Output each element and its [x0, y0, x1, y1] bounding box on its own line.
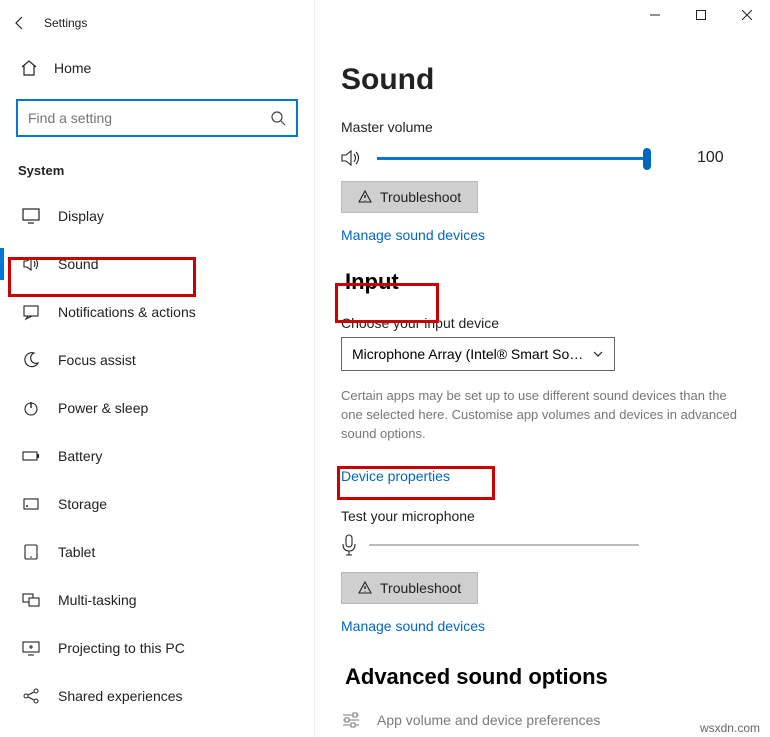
sidebar-item-sound[interactable]: Sound [0, 240, 314, 288]
troubleshoot-input-button[interactable]: Troubleshoot [341, 572, 478, 604]
battery-icon [22, 447, 40, 465]
tablet-icon [22, 543, 40, 561]
manage-output-devices-link[interactable]: Manage sound devices [341, 227, 485, 243]
home-icon [20, 59, 38, 77]
warning-icon [358, 581, 372, 595]
master-volume-label: Master volume [341, 119, 750, 135]
sound-icon [22, 255, 40, 273]
sidebar-item-power-sleep[interactable]: Power & sleep [0, 384, 314, 432]
sidebar-item-display[interactable]: Display [0, 192, 314, 240]
sidebar-item-label: Focus assist [58, 352, 136, 368]
advanced-section-heading: Advanced sound options [341, 662, 612, 692]
storage-icon [22, 495, 40, 513]
chevron-down-icon [592, 348, 604, 360]
mic-level-meter [369, 544, 639, 546]
sidebar-item-label: Multi-tasking [58, 592, 137, 608]
sidebar-item-label: Display [58, 208, 104, 224]
close-button[interactable] [724, 0, 770, 30]
input-section-heading: Input [341, 267, 403, 297]
moon-icon [22, 351, 40, 369]
multitask-icon [22, 591, 40, 609]
sidebar-item-label: Shared experiences [58, 688, 183, 704]
sidebar-section-label: System [0, 151, 314, 192]
input-device-value: Microphone Array (Intel® Smart So… [352, 346, 583, 362]
display-icon [22, 207, 40, 225]
warning-icon [358, 190, 372, 204]
window-title: Settings [44, 16, 87, 30]
volume-value: 100 [697, 149, 724, 167]
back-button[interactable] [0, 3, 40, 43]
sidebar-item-multi-tasking[interactable]: Multi-tasking [0, 576, 314, 624]
advanced-item-label[interactable]: App volume and device preferences [377, 712, 600, 728]
sidebar-item-label: Projecting to this PC [58, 640, 185, 656]
search-input[interactable] [28, 110, 270, 126]
sidebar-item-label: Notifications & actions [58, 304, 196, 320]
manage-input-devices-link[interactable]: Manage sound devices [341, 618, 485, 634]
sidebar-item-label: Storage [58, 496, 107, 512]
sidebar-item-notifications-actions[interactable]: Notifications & actions [0, 288, 314, 336]
test-mic-label: Test your microphone [341, 508, 750, 524]
choose-input-label: Choose your input device [341, 315, 750, 331]
sidebar-item-label: Battery [58, 448, 102, 464]
device-properties-link[interactable]: Device properties [341, 468, 450, 484]
troubleshoot-label: Troubleshoot [380, 580, 461, 596]
troubleshoot-label: Troubleshoot [380, 189, 461, 205]
minimize-button[interactable] [632, 0, 678, 30]
sidebar-item-label: Sound [58, 256, 98, 272]
watermark: wsxdn.com [700, 721, 760, 735]
sidebar-item-battery[interactable]: Battery [0, 432, 314, 480]
sidebar-item-focus-assist[interactable]: Focus assist [0, 336, 314, 384]
page-title: Sound [315, 45, 770, 115]
sliders-icon [341, 712, 361, 728]
home-label: Home [54, 60, 91, 76]
sidebar-item-label: Tablet [58, 544, 95, 560]
sidebar-item-storage[interactable]: Storage [0, 480, 314, 528]
sidebar-item-label: Power & sleep [58, 400, 148, 416]
volume-slider[interactable] [377, 157, 647, 160]
troubleshoot-output-button[interactable]: Troubleshoot [341, 181, 478, 213]
sidebar-item-projecting-to-this-pc[interactable]: Projecting to this PC [0, 624, 314, 672]
input-help-text: Certain apps may be set up to use differ… [341, 387, 750, 444]
microphone-icon [341, 534, 357, 556]
speaker-icon [341, 149, 361, 167]
search-icon [270, 110, 286, 126]
home-nav[interactable]: Home [0, 45, 314, 91]
project-icon [22, 639, 40, 657]
sidebar-item-tablet[interactable]: Tablet [0, 528, 314, 576]
search-input-container[interactable] [16, 99, 298, 137]
maximize-button[interactable] [678, 0, 724, 30]
input-device-select[interactable]: Microphone Array (Intel® Smart So… [341, 337, 615, 371]
slider-thumb[interactable] [643, 148, 651, 170]
notif-icon [22, 303, 40, 321]
power-icon [22, 399, 40, 417]
share-icon [22, 687, 40, 705]
sidebar-item-shared-experiences[interactable]: Shared experiences [0, 672, 314, 720]
